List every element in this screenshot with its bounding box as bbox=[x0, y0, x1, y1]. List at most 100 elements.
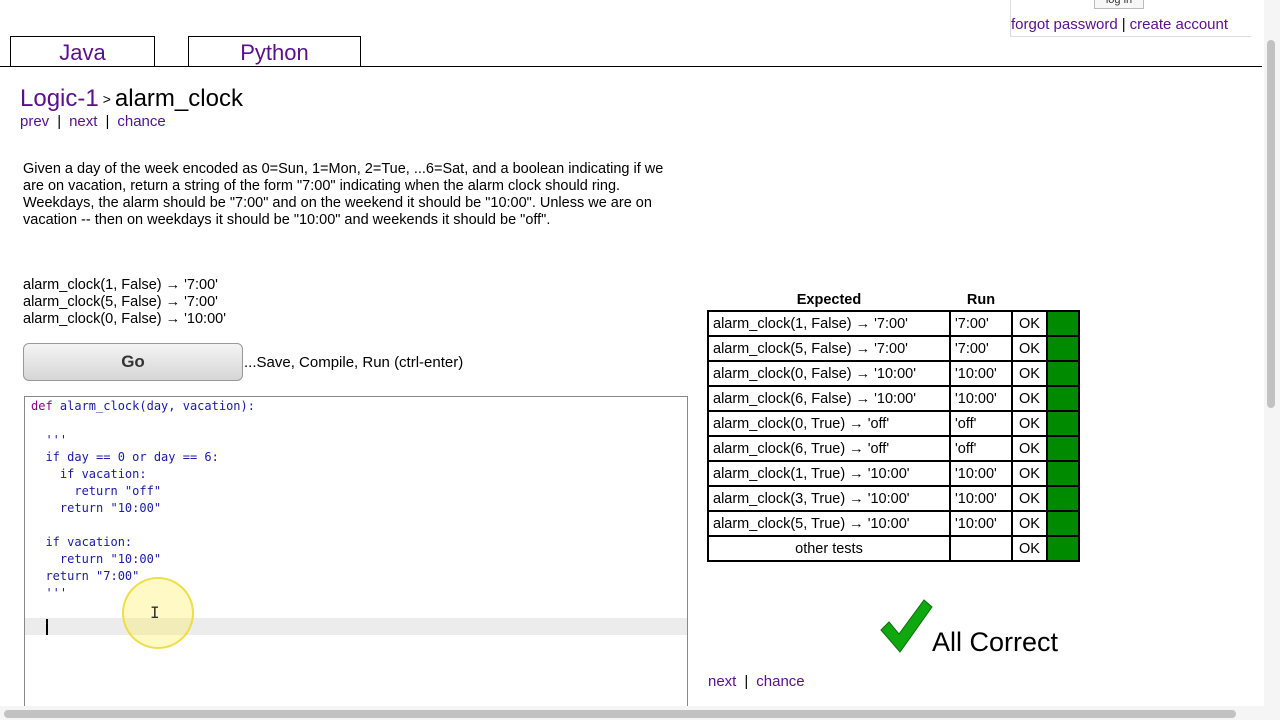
pass-indicator bbox=[1046, 310, 1080, 337]
all-correct-message: All Correct bbox=[932, 627, 1059, 657]
result-row: other tests OK bbox=[707, 535, 1080, 562]
code-line: if vacation: bbox=[31, 467, 147, 481]
separator: | bbox=[105, 113, 110, 130]
pass-indicator bbox=[1046, 410, 1080, 437]
expected-cell: alarm_clock(5, True) → '10:00' bbox=[707, 510, 951, 537]
pass-indicator bbox=[1046, 460, 1080, 487]
text-caret bbox=[46, 619, 48, 635]
expected-cell: alarm_clock(0, True) → 'off' bbox=[707, 410, 951, 437]
code-text: ''' bbox=[31, 586, 68, 600]
example-line: alarm_clock(1, False) → '7:00' bbox=[23, 277, 218, 293]
vertical-scrollbar-thumb[interactable] bbox=[1267, 40, 1275, 408]
result-row: alarm_clock(1, False) → '7:00' '7:00' OK bbox=[707, 310, 1080, 337]
result-row: alarm_clock(6, True) → 'off''off' OK bbox=[707, 435, 1080, 462]
ok-cell: OK bbox=[1011, 435, 1048, 462]
code-line: ''' bbox=[31, 586, 67, 600]
results-header-row: Expected Run bbox=[708, 292, 1079, 311]
ok-cell: OK bbox=[1011, 360, 1048, 387]
result-row: alarm_clock(1, True) → '10:00' '10:00' OK bbox=[707, 460, 1080, 487]
run-cell: '10:00' bbox=[949, 485, 1013, 512]
run-cell: '10:00' bbox=[949, 385, 1013, 412]
expected-cell: alarm_clock(6, False) → '10:00' bbox=[707, 385, 951, 412]
separator: | bbox=[57, 113, 62, 130]
bottom-nav: next | chance bbox=[708, 673, 805, 690]
code-text: return "7:00" bbox=[31, 569, 140, 583]
ok-cell: OK bbox=[1011, 335, 1048, 362]
account-links: forgot password | create account bbox=[1011, 16, 1228, 33]
expected-cell: alarm_clock(5, False) → '7:00' bbox=[707, 335, 951, 362]
pass-indicator bbox=[1046, 535, 1080, 562]
chance-link[interactable]: chance bbox=[756, 673, 804, 690]
pass-indicator bbox=[1046, 435, 1080, 462]
code-line: ''' bbox=[31, 433, 67, 447]
tab-python[interactable]: Python bbox=[188, 36, 361, 67]
login-button[interactable]: log in bbox=[1094, 0, 1144, 9]
code-line: if day == 0 or day == 6: bbox=[31, 450, 219, 464]
ok-cell: OK bbox=[1011, 460, 1048, 487]
tab-java[interactable]: Java bbox=[10, 36, 155, 67]
run-cell bbox=[949, 535, 1013, 562]
code-line: return "off" bbox=[31, 484, 161, 498]
run-cell: '7:00' bbox=[949, 335, 1013, 362]
ok-cell: OK bbox=[1011, 410, 1048, 437]
run-cell: '10:00' bbox=[949, 510, 1013, 537]
run-cell: '10:00' bbox=[949, 460, 1013, 487]
example-line: alarm_clock(5, False) → '7:00' bbox=[23, 294, 218, 310]
result-row: alarm_clock(0, True) → 'off''off' OK bbox=[707, 410, 1080, 437]
breadcrumb-arrow: > bbox=[102, 91, 111, 107]
results-table: Expected Run alarm_clock(1, False) → '7:… bbox=[707, 292, 1080, 562]
create-account-link[interactable]: create account bbox=[1130, 16, 1228, 33]
separator: | bbox=[744, 673, 749, 690]
result-row: alarm_clock(6, False) → '10:00' '10:00' OK bbox=[707, 385, 1080, 412]
result-row: alarm_clock(5, True) → '10:00' '10:00' OK bbox=[707, 510, 1080, 537]
horizontal-scrollbar-thumb[interactable] bbox=[4, 710, 1236, 718]
code-text: if vacation: bbox=[31, 535, 133, 549]
expected-cell: other tests bbox=[707, 535, 951, 562]
result-row: alarm_clock(3, True) → '10:00' '10:00' OK bbox=[707, 485, 1080, 512]
ok-cell: OK bbox=[1011, 485, 1048, 512]
go-button[interactable]: Go bbox=[23, 343, 243, 381]
code-text: if day == 0 or day == 6: bbox=[31, 450, 219, 464]
pass-indicator bbox=[1046, 385, 1080, 412]
code-text: alarm_clock(day, vacation): bbox=[52, 399, 255, 413]
code-text: if vacation: bbox=[31, 467, 147, 481]
ok-cell: OK bbox=[1011, 385, 1048, 412]
ok-cell: OK bbox=[1011, 310, 1048, 337]
chance-link[interactable]: chance bbox=[117, 113, 165, 130]
expected-cell: alarm_clock(6, True) → 'off' bbox=[707, 435, 951, 462]
expected-cell: alarm_clock(0, False) → '10:00' bbox=[707, 360, 951, 387]
problem-description: Given a day of the week encoded as 0=Sun… bbox=[23, 161, 664, 228]
run-cell: 'off' bbox=[949, 410, 1013, 437]
code-line: return "7:00" bbox=[31, 569, 139, 583]
problem-nav: prev | next | chance bbox=[20, 113, 166, 130]
expected-cell: alarm_clock(1, True) → '10:00' bbox=[707, 460, 951, 487]
code-line: return "10:00" bbox=[31, 501, 161, 515]
run-cell: '7:00' bbox=[949, 310, 1013, 337]
run-cell: '10:00' bbox=[949, 360, 1013, 387]
forgot-password-link[interactable]: forgot password bbox=[1011, 16, 1118, 33]
code-keyword: def bbox=[31, 399, 53, 413]
pass-indicator bbox=[1046, 510, 1080, 537]
tab-divider bbox=[0, 66, 1262, 67]
next-link[interactable]: next bbox=[708, 673, 736, 690]
run-cell: 'off' bbox=[949, 435, 1013, 462]
breadcrumb-section-link[interactable]: Logic-1 bbox=[20, 85, 99, 112]
example-line: alarm_clock(0, False) → '10:00' bbox=[23, 311, 226, 327]
ok-cell: OK bbox=[1011, 510, 1048, 537]
next-link[interactable]: next bbox=[69, 113, 97, 130]
code-text: return "10:00" bbox=[31, 552, 162, 566]
separator: | bbox=[1121, 16, 1126, 33]
code-line: def alarm_clock(day, vacation): bbox=[31, 399, 255, 413]
examples: alarm_clock(1, False) → '7:00' alarm_clo… bbox=[23, 277, 226, 328]
result-row: alarm_clock(0, False) → '10:00' '10:00' OK bbox=[707, 360, 1080, 387]
prev-link[interactable]: prev bbox=[20, 113, 49, 130]
code-line: if vacation: bbox=[31, 535, 132, 549]
pass-indicator bbox=[1046, 360, 1080, 387]
result-row: alarm_clock(5, False) → '7:00' '7:00' OK bbox=[707, 335, 1080, 362]
code-editor[interactable]: def alarm_clock(day, vacation): ''' if d… bbox=[24, 396, 688, 718]
ok-cell: OK bbox=[1011, 535, 1048, 562]
code-text: return "off" bbox=[31, 484, 162, 498]
expected-cell: alarm_clock(3, True) → '10:00' bbox=[707, 485, 951, 512]
expected-cell: alarm_clock(1, False) → '7:00' bbox=[707, 310, 951, 337]
page-title: alarm_clock bbox=[114, 85, 243, 112]
